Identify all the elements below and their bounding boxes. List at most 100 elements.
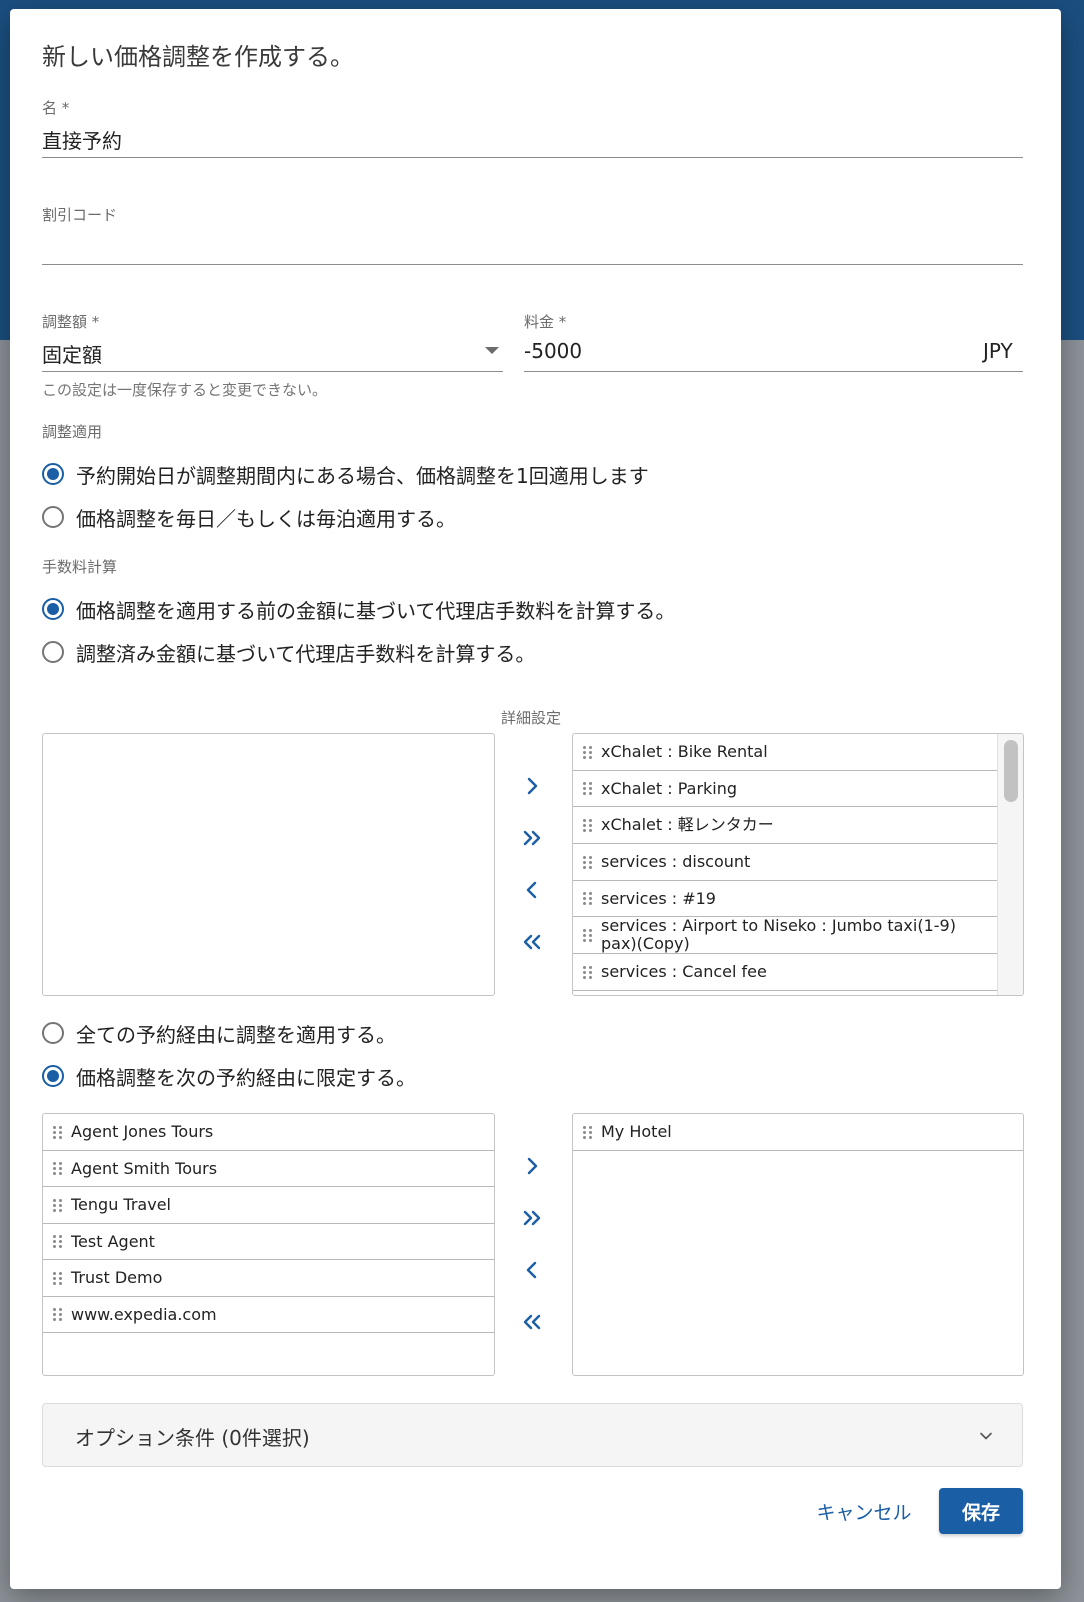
fee-before-option[interactable]: 価格調整を適用する前の金額に基づいて代理店手数料を計算する。: [42, 594, 675, 624]
name-input[interactable]: 直接予約: [42, 125, 122, 154]
amount-currency: JPY: [983, 339, 1013, 363]
radio-selected-icon[interactable]: [42, 1065, 64, 1087]
chevron-right-icon: [527, 777, 538, 795]
details-available-list[interactable]: [42, 733, 495, 996]
channels-selected-list[interactable]: My Hotel: [572, 1113, 1024, 1376]
list-item[interactable]: services : Airport to Niseko : Jumbo tax…: [573, 917, 997, 954]
list-item[interactable]: xChalet : 軽レンタカー: [573, 807, 997, 844]
scrollbar[interactable]: [997, 734, 1023, 995]
options-conditions-label: オプション条件 (0件選択): [75, 1426, 310, 1450]
apply-section-label: 調整適用: [42, 423, 103, 441]
radio-selected-icon[interactable]: [42, 598, 64, 620]
list-item[interactable]: www.expedia.com: [43, 1297, 494, 1333]
drag-handle-icon[interactable]: [53, 1235, 63, 1248]
chevron-left-icon: [526, 881, 537, 899]
adjustment-type-hint: この設定は一度保存すると変更できない。: [42, 381, 328, 399]
discount-code-underline: [42, 264, 1023, 265]
list-item-label: services : discount: [601, 852, 751, 871]
list-item-label: services : #19: [601, 888, 716, 908]
fee-before-label: 価格調整を適用する前の金額に基づいて代理店手数料を計算する。: [76, 598, 676, 623]
cancel-button[interactable]: キャンセル: [804, 1488, 924, 1534]
move-right-button[interactable]: [512, 1146, 552, 1186]
drag-handle-icon[interactable]: [583, 1125, 593, 1139]
list-item-label: xChalet : Parking: [601, 778, 738, 798]
move-all-left-button[interactable]: [512, 922, 552, 962]
list-item[interactable]: services : Cancel fee: [573, 954, 997, 991]
list-item-label: Trust Demo: [71, 1268, 163, 1287]
list-item-label: Tengu Travel: [71, 1195, 171, 1214]
list-item-label: Test Agent: [71, 1231, 155, 1251]
scrollbar-thumb[interactable]: [1004, 740, 1018, 802]
list-item[interactable]: services : #19: [573, 881, 997, 917]
radio-unselected-icon[interactable]: [42, 641, 64, 663]
drag-handle-icon[interactable]: [53, 1308, 63, 1321]
list-item[interactable]: Test Agent: [43, 1224, 494, 1260]
channels-transfer-controls: [512, 1146, 552, 1342]
move-left-button[interactable]: [512, 1250, 552, 1290]
list-item[interactable]: My Hotel: [573, 1114, 1023, 1151]
list-item-label: services : Airport to Niseko : Jumbo tax…: [601, 916, 956, 953]
list-item-label: services : Cancel fee: [601, 962, 767, 981]
drag-handle-icon[interactable]: [583, 818, 593, 832]
list-item[interactable]: Agent Smith Tours: [43, 1151, 494, 1187]
all-channels-label: 全ての予約経由に調整を適用する。: [76, 1022, 396, 1047]
drag-handle-icon[interactable]: [583, 745, 593, 759]
chevron-right-icon: [527, 1157, 538, 1175]
move-left-button[interactable]: [512, 870, 552, 910]
list-item-label: www.expedia.com: [71, 1304, 217, 1324]
list-item[interactable]: Tengu Travel: [43, 1187, 494, 1224]
apply-once-label: 予約開始日が調整期間内にある場合、価格調整を1回適用します: [76, 463, 649, 488]
drag-handle-icon[interactable]: [583, 928, 593, 942]
drag-handle-icon[interactable]: [53, 1162, 63, 1175]
drag-handle-icon[interactable]: [53, 1125, 63, 1139]
discount-code-input[interactable]: [42, 231, 1023, 259]
move-all-left-button[interactable]: [512, 1302, 552, 1342]
drag-handle-icon[interactable]: [583, 965, 593, 979]
fee-section-label: 手数料計算: [42, 558, 118, 576]
drag-handle-icon[interactable]: [53, 1271, 63, 1285]
double-chevron-left-icon: [523, 1314, 541, 1330]
adjustment-type-label: 調整額 *: [42, 313, 100, 331]
all-channels-option[interactable]: 全ての予約経由に調整を適用する。: [42, 1018, 396, 1048]
radio-selected-icon[interactable]: [42, 463, 64, 485]
move-all-right-button[interactable]: [512, 1198, 552, 1238]
dialog-title: 新しい価格調整を作成する。: [42, 43, 354, 71]
name-underline: [42, 157, 1023, 158]
fee-after-label: 調整済み金額に基づいて代理店手数料を計算する。: [76, 641, 536, 666]
drag-handle-icon[interactable]: [583, 855, 593, 869]
chevron-left-icon: [526, 1261, 537, 1279]
list-item-label: xChalet : Bike Rental: [601, 742, 768, 761]
double-chevron-right-icon: [523, 1210, 541, 1226]
radio-unselected-icon[interactable]: [42, 1022, 64, 1044]
apply-daily-option[interactable]: 価格調整を毎日／もしくは毎泊適用する。: [42, 502, 456, 532]
details-selected-items: xChalet : Bike Rental xChalet : Parking …: [573, 734, 997, 991]
list-item-label: Agent Jones Tours: [71, 1122, 214, 1141]
list-item-label: My Hotel: [601, 1122, 672, 1141]
list-item[interactable]: services : discount: [573, 844, 997, 881]
list-item[interactable]: xChalet : Parking: [573, 771, 997, 807]
dropdown-arrow-icon: [485, 347, 499, 354]
move-right-button[interactable]: [512, 766, 552, 806]
apply-once-option[interactable]: 予約開始日が調整期間内にある場合、価格調整を1回適用します: [42, 459, 649, 489]
drag-handle-icon[interactable]: [583, 892, 593, 905]
drag-handle-icon[interactable]: [583, 782, 593, 795]
channels-available-list[interactable]: Agent Jones Tours Agent Smith Tours Teng…: [42, 1113, 495, 1376]
apply-daily-label: 価格調整を毎日／もしくは毎泊適用する。: [76, 506, 456, 531]
options-conditions-panel[interactable]: オプション条件 (0件選択): [42, 1403, 1023, 1467]
limit-channels-option[interactable]: 価格調整を次の予約経由に限定する。: [42, 1061, 416, 1091]
adjustment-type-select[interactable]: 固定額: [42, 337, 503, 371]
list-item[interactable]: xChalet : Bike Rental: [573, 734, 997, 771]
drag-handle-icon[interactable]: [53, 1198, 63, 1212]
move-all-right-button[interactable]: [512, 818, 552, 858]
fee-after-option[interactable]: 調整済み金額に基づいて代理店手数料を計算する。: [42, 637, 535, 667]
details-selected-list[interactable]: xChalet : Bike Rental xChalet : Parking …: [572, 733, 1024, 996]
amount-input[interactable]: -5000: [524, 339, 582, 363]
list-item[interactable]: Agent Jones Tours: [43, 1114, 494, 1151]
double-chevron-right-icon: [523, 830, 541, 846]
list-item[interactable]: Trust Demo: [43, 1260, 494, 1297]
limit-channels-label: 価格調整を次の予約経由に限定する。: [76, 1065, 416, 1090]
radio-unselected-icon[interactable]: [42, 506, 64, 528]
adjustment-type-underline: [42, 371, 503, 372]
save-button[interactable]: 保存: [939, 1488, 1023, 1534]
adjustment-type-value: 固定額: [42, 343, 102, 367]
